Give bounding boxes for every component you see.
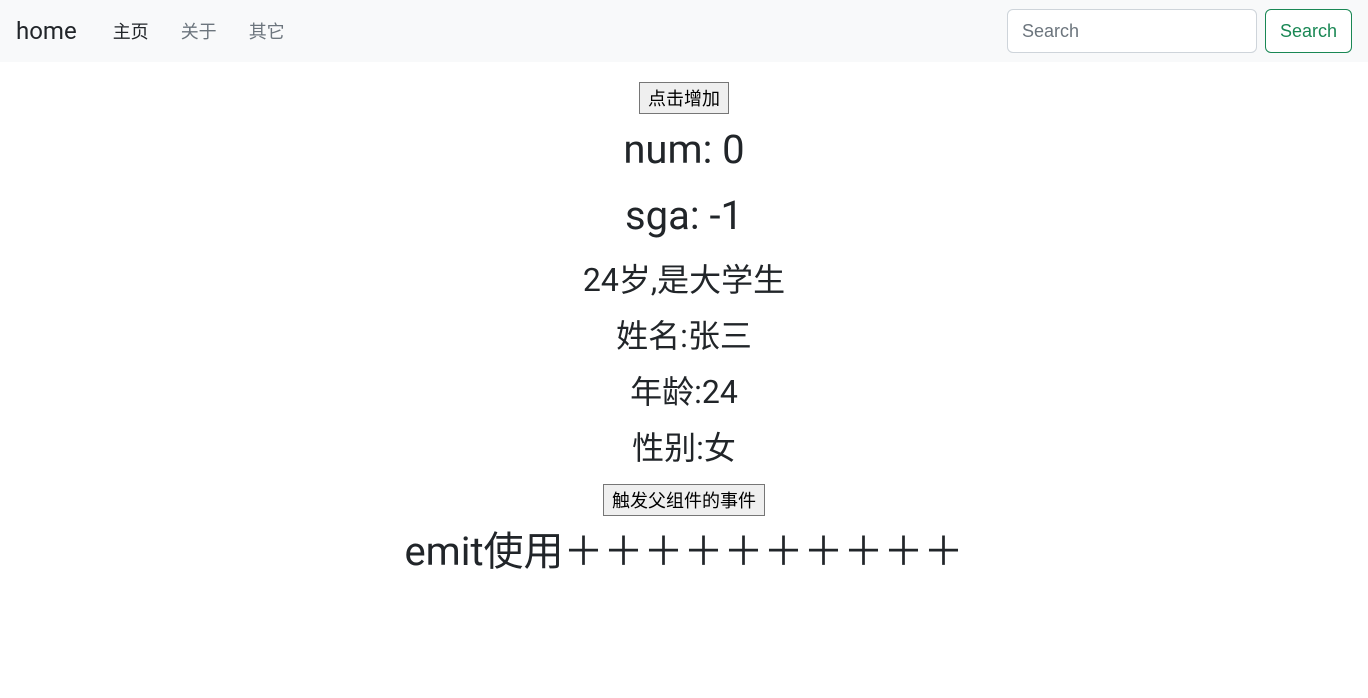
nav-link-home[interactable]: 主页 [105,18,157,44]
navbar: home 主页 关于 其它 Search [0,0,1368,62]
search-input[interactable] [1007,9,1257,53]
description-line: 24岁,是大学生 [0,252,1368,308]
sga-display: sga: -1 [0,186,1368,246]
gender-line: 性别:女 [0,420,1368,476]
emit-usage-text: emit使用＋＋＋＋＋＋＋＋＋＋ [0,522,1368,582]
name-line: 姓名:张三 [0,308,1368,364]
navbar-left: home 主页 关于 其它 [16,17,293,45]
main-content: 点击增加 num: 0 sga: -1 24岁,是大学生 姓名:张三 年龄:24… [0,62,1368,582]
nav-link-other[interactable]: 其它 [241,18,293,44]
increment-button[interactable]: 点击增加 [639,82,729,114]
emit-parent-button[interactable]: 触发父组件的事件 [603,484,765,516]
navbar-brand[interactable]: home [16,17,77,45]
num-display: num: 0 [0,120,1368,180]
nav-link-about[interactable]: 关于 [173,18,225,44]
age-line: 年龄:24 [0,364,1368,420]
search-button[interactable]: Search [1265,9,1352,53]
navbar-right: Search [1007,9,1352,53]
